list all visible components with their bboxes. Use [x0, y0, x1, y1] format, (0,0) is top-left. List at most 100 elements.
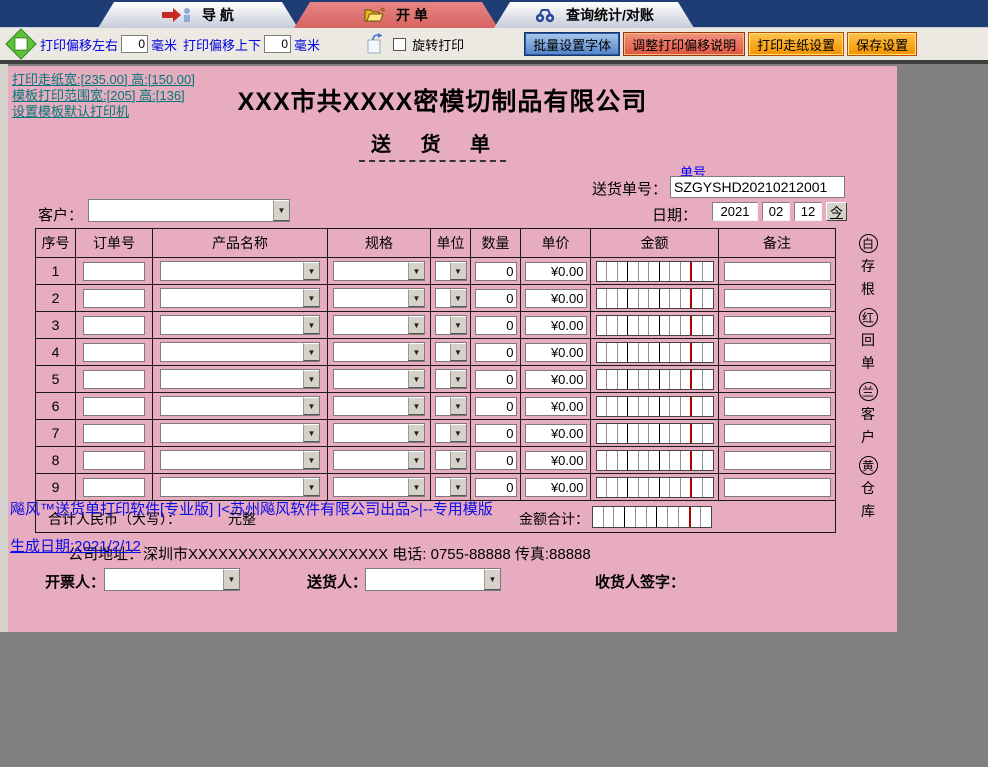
rotate-print-checkbox[interactable]: [393, 37, 407, 51]
spec-select[interactable]: ▼: [333, 369, 425, 389]
remark-input[interactable]: [723, 261, 831, 281]
customer-select[interactable]: ▼: [88, 199, 290, 222]
product-select[interactable]: ▼: [160, 396, 320, 416]
tab-create-order[interactable]: 开 单: [294, 2, 498, 28]
chevron-down-icon[interactable]: ▼: [303, 316, 319, 334]
spec-select[interactable]: ▼: [333, 315, 425, 335]
remark-input[interactable]: [723, 369, 831, 389]
unit-select[interactable]: ▼: [434, 261, 467, 281]
product-select[interactable]: ▼: [160, 288, 320, 308]
unit-select[interactable]: ▼: [434, 423, 467, 443]
product-select[interactable]: ▼: [160, 450, 320, 470]
chevron-down-icon[interactable]: ▼: [408, 370, 424, 388]
remark-input[interactable]: [723, 450, 831, 470]
amount-digit-boxes[interactable]: [595, 260, 714, 282]
amount-digit-boxes[interactable]: [595, 449, 714, 471]
chevron-down-icon[interactable]: ▼: [303, 397, 319, 415]
order-no-cell-input[interactable]: [83, 315, 145, 335]
date-year-field[interactable]: 2021: [712, 202, 758, 221]
chevron-down-icon[interactable]: ▼: [303, 424, 319, 442]
product-select[interactable]: ▼: [160, 369, 320, 389]
order-no-cell-input[interactable]: [83, 423, 145, 443]
remark-input[interactable]: [723, 477, 831, 497]
product-select[interactable]: ▼: [160, 342, 320, 362]
amount-digit-boxes[interactable]: [595, 287, 714, 309]
price-input[interactable]: [524, 288, 587, 308]
chevron-down-icon[interactable]: ▼: [303, 478, 319, 496]
chevron-down-icon[interactable]: ▼: [449, 397, 466, 415]
date-month-field[interactable]: 02: [762, 202, 790, 221]
chevron-down-icon[interactable]: ▼: [273, 200, 289, 221]
qty-input[interactable]: [474, 288, 517, 308]
amount-digit-boxes[interactable]: [595, 422, 714, 444]
order-no-cell-input[interactable]: [83, 450, 145, 470]
chevron-down-icon[interactable]: ▼: [408, 316, 424, 334]
spec-select[interactable]: ▼: [333, 288, 425, 308]
order-no-input[interactable]: [670, 176, 845, 198]
spec-select[interactable]: ▼: [333, 261, 425, 281]
paper-feed-settings-button[interactable]: 打印走纸设置: [749, 33, 844, 55]
qty-input[interactable]: [474, 423, 517, 443]
order-no-cell-input[interactable]: [83, 261, 145, 281]
chevron-down-icon[interactable]: ▼: [303, 262, 319, 280]
product-select[interactable]: ▼: [160, 261, 320, 281]
spec-select[interactable]: ▼: [333, 396, 425, 416]
qty-input[interactable]: [474, 396, 517, 416]
spec-select[interactable]: ▼: [333, 423, 425, 443]
qty-input[interactable]: [474, 342, 517, 362]
chevron-down-icon[interactable]: ▼: [449, 370, 466, 388]
chevron-down-icon[interactable]: ▼: [408, 478, 424, 496]
spec-select[interactable]: ▼: [333, 477, 425, 497]
price-input[interactable]: [524, 450, 587, 470]
unit-select[interactable]: ▼: [434, 342, 467, 362]
offset-lr-input[interactable]: [121, 35, 149, 53]
chevron-down-icon[interactable]: ▼: [449, 289, 466, 307]
chevron-down-icon[interactable]: ▼: [449, 343, 466, 361]
chevron-down-icon[interactable]: ▼: [449, 451, 466, 469]
chevron-down-icon[interactable]: ▼: [408, 262, 424, 280]
price-input[interactable]: [524, 342, 587, 362]
remark-input[interactable]: [723, 423, 831, 443]
adjust-offset-help-button[interactable]: 调整打印偏移说明: [624, 33, 745, 55]
remark-input[interactable]: [723, 396, 831, 416]
today-button[interactable]: 今: [826, 202, 847, 221]
order-no-cell-input[interactable]: [83, 477, 145, 497]
qty-input[interactable]: [474, 450, 517, 470]
amount-digit-boxes[interactable]: [595, 341, 714, 363]
chevron-down-icon[interactable]: ▼: [223, 569, 239, 590]
product-select[interactable]: ▼: [160, 315, 320, 335]
chevron-down-icon[interactable]: ▼: [408, 289, 424, 307]
qty-input[interactable]: [474, 315, 517, 335]
spec-select[interactable]: ▼: [333, 342, 425, 362]
unit-select[interactable]: ▼: [434, 369, 467, 389]
price-input[interactable]: [524, 396, 587, 416]
remark-input[interactable]: [723, 315, 831, 335]
order-no-cell-input[interactable]: [83, 396, 145, 416]
price-input[interactable]: [524, 369, 587, 389]
save-settings-button[interactable]: 保存设置: [848, 33, 917, 55]
unit-select[interactable]: ▼: [434, 288, 467, 308]
batch-font-button[interactable]: 批量设置字体: [525, 33, 620, 55]
product-select[interactable]: ▼: [160, 477, 320, 497]
amount-digit-boxes[interactable]: [595, 368, 714, 390]
chevron-down-icon[interactable]: ▼: [303, 343, 319, 361]
order-no-cell-input[interactable]: [83, 369, 145, 389]
chevron-down-icon[interactable]: ▼: [303, 370, 319, 388]
chevron-down-icon[interactable]: ▼: [449, 424, 466, 442]
price-input[interactable]: [524, 315, 587, 335]
product-select[interactable]: ▼: [160, 423, 320, 443]
amount-total-box[interactable]: [592, 506, 712, 528]
price-input[interactable]: [524, 477, 587, 497]
amount-digit-boxes[interactable]: [595, 314, 714, 336]
chevron-down-icon[interactable]: ▼: [484, 569, 500, 590]
qty-input[interactable]: [474, 477, 517, 497]
chevron-down-icon[interactable]: ▼: [303, 451, 319, 469]
order-no-cell-input[interactable]: [83, 342, 145, 362]
chevron-down-icon[interactable]: ▼: [303, 289, 319, 307]
offset-ud-input[interactable]: [264, 35, 292, 53]
amount-digit-boxes[interactable]: [595, 395, 714, 417]
date-day-field[interactable]: 12: [794, 202, 822, 221]
unit-select[interactable]: ▼: [434, 315, 467, 335]
chevron-down-icon[interactable]: ▼: [449, 316, 466, 334]
spec-select[interactable]: ▼: [333, 450, 425, 470]
